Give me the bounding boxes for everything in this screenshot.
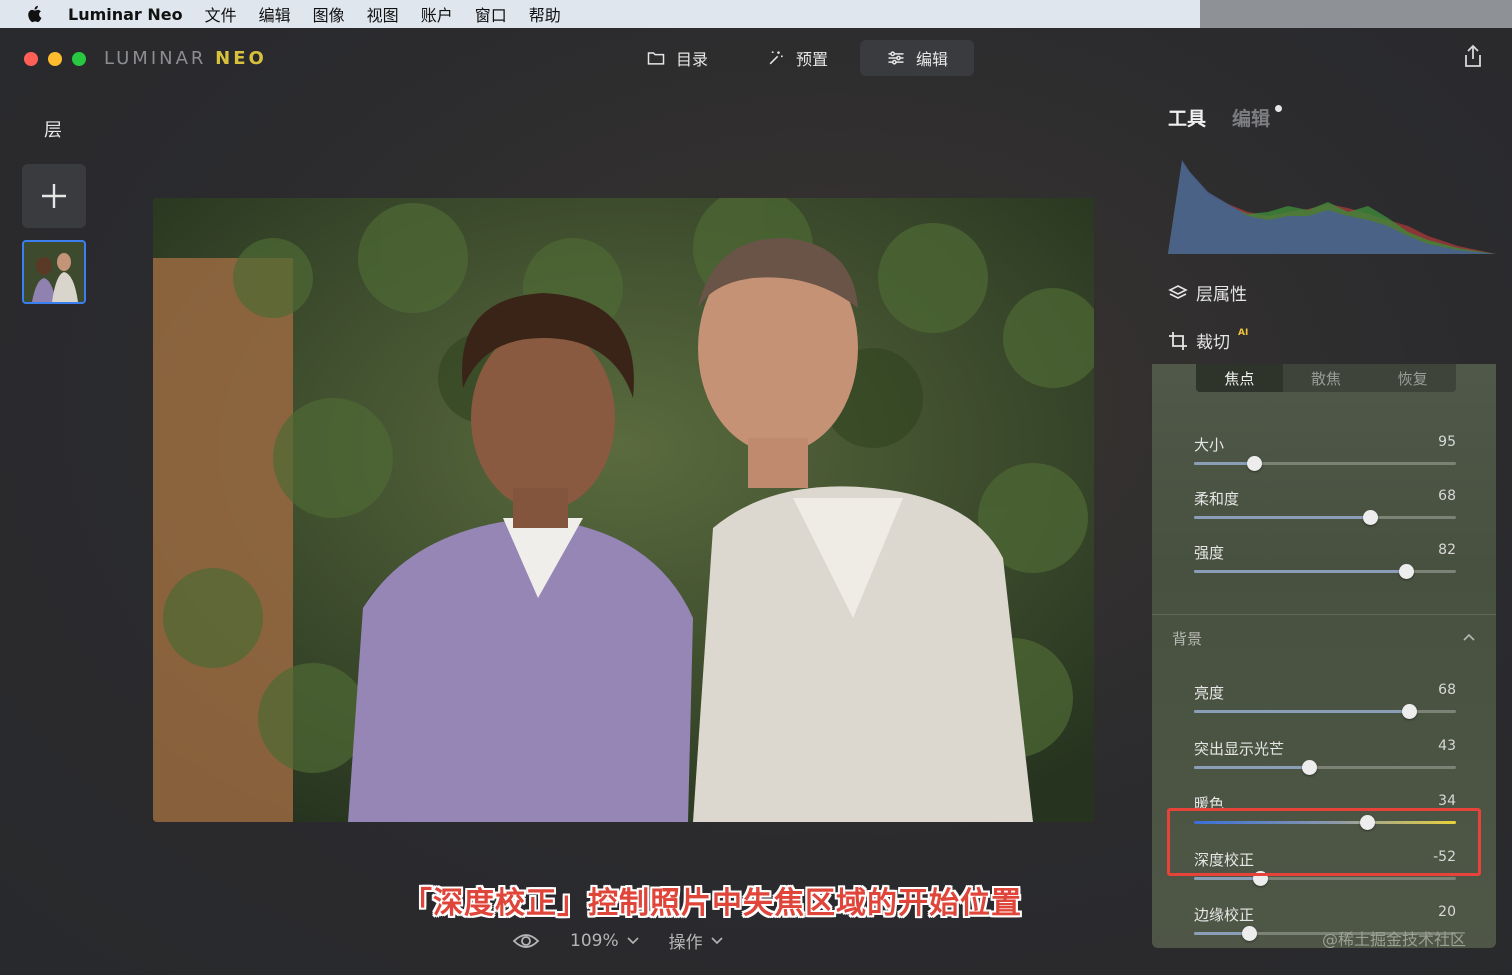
chevron-down-icon — [711, 936, 723, 944]
folder-icon — [647, 52, 665, 65]
slider-knob[interactable] — [1242, 926, 1258, 941]
sliders-icon — [888, 51, 904, 65]
background-section-title: 背景 — [1172, 630, 1203, 648]
actions-dropdown[interactable]: 操作 — [669, 928, 723, 953]
layers-stack-icon — [1168, 284, 1188, 299]
section-divider — [1152, 614, 1496, 615]
nav-presets-label: 预置 — [796, 50, 829, 69]
slider-knob[interactable] — [1362, 510, 1378, 525]
slider-label: 边缘校正 — [1194, 906, 1255, 924]
plus-icon — [42, 184, 66, 208]
slider-knob[interactable] — [1247, 456, 1263, 471]
main-photo-canvas[interactable] — [153, 198, 1094, 822]
menu-image[interactable]: 图像 — [313, 2, 345, 26]
add-layer-button[interactable] — [22, 164, 86, 228]
slider-value: 68 — [1438, 488, 1456, 504]
chevron-down-icon — [627, 936, 639, 944]
layer-properties-row[interactable]: 层属性 — [1168, 280, 1247, 305]
menu-account[interactable]: 账户 — [421, 2, 453, 26]
slider-fill — [1194, 876, 1260, 880]
app-window: LUMINAR NEO 目录 预置 编辑 层 「深度校正」控制照片中失焦区域的开… — [0, 28, 1512, 975]
zoom-window-button[interactable] — [72, 52, 86, 66]
edits-indicator-dot — [1275, 105, 1282, 112]
photo-image — [153, 198, 1094, 822]
watermark: @稀土掘金技术社区 — [1322, 930, 1467, 949]
menu-window[interactable]: 窗口 — [475, 2, 507, 26]
layer-properties-label: 层属性 — [1196, 285, 1247, 305]
crop-icon — [1169, 331, 1187, 350]
menu-view[interactable]: 视图 — [367, 2, 399, 26]
slider-value: 95 — [1438, 434, 1456, 450]
close-window-button[interactable] — [24, 52, 38, 66]
crop-label: 裁切 — [1196, 333, 1230, 353]
top-navigation: 目录 预置 编辑 — [620, 40, 975, 76]
actions-label: 操作 — [668, 933, 703, 953]
slider-fill — [1194, 570, 1407, 573]
eye-icon[interactable] — [512, 932, 540, 950]
magic-wand-icon — [769, 51, 783, 65]
menubar-app-name[interactable]: Luminar Neo — [68, 5, 183, 24]
layer-thumbnail[interactable] — [22, 240, 86, 304]
slider-label: 大小 — [1194, 436, 1225, 454]
crop-tool-row[interactable]: 裁切 AI — [1168, 328, 1248, 353]
menu-file[interactable]: 文件 — [205, 2, 237, 26]
nav-presets-button[interactable]: 预置 — [740, 40, 854, 76]
layer-thumbnail-image — [24, 242, 84, 302]
slider-knob[interactable] — [1401, 704, 1417, 719]
slider-fill — [1194, 710, 1409, 713]
logo-accent: NEO — [215, 48, 267, 69]
histogram — [1168, 160, 1496, 254]
zoom-level: 109% — [570, 930, 619, 951]
crop-ai-badge: AI — [1238, 327, 1249, 338]
app-logo: LUMINAR NEO — [104, 48, 267, 69]
nav-catalog-label: 目录 — [676, 50, 709, 69]
focus-segmented-control: 焦点 散焦 恢复 — [1196, 364, 1456, 392]
slider-value: 20 — [1438, 904, 1456, 920]
slider-label: 强度 — [1194, 544, 1225, 562]
slider-label: 柔和度 — [1194, 490, 1240, 508]
segment-focus[interactable]: 焦点 — [1196, 364, 1283, 392]
nav-edit-button[interactable]: 编辑 — [860, 40, 975, 76]
tab-edits[interactable]: 编辑 — [1232, 104, 1270, 131]
annotation-caption: 「深度校正」控制照片中失焦区域的开始位置 — [402, 886, 1022, 921]
slider-value: 34 — [1438, 793, 1456, 809]
slider-label: 突出显示光芒 — [1194, 739, 1285, 758]
layers-panel-title: 层 — [44, 120, 62, 141]
nav-catalog-button[interactable]: 目录 — [620, 40, 734, 76]
slider-fill — [1194, 516, 1370, 519]
window-controls — [24, 52, 86, 66]
logo-text: LUMINAR — [104, 48, 207, 69]
menubar-right-area — [1200, 0, 1512, 28]
slider-knob[interactable] — [1302, 759, 1318, 775]
bottom-toolbar: 109% 操作 — [512, 928, 723, 953]
slider-fill — [1194, 462, 1255, 465]
slider-fill — [1194, 932, 1250, 935]
slider-value: 43 — [1438, 737, 1456, 754]
menu-help[interactable]: 帮助 — [529, 2, 561, 26]
slider-fill — [1194, 765, 1310, 769]
menu-edit[interactable]: 编辑 — [259, 2, 291, 26]
zoom-dropdown[interactable]: 109% — [570, 931, 639, 951]
share-icon[interactable] — [1462, 44, 1484, 68]
slider-value: 68 — [1438, 682, 1456, 698]
slider-value: 82 — [1438, 542, 1456, 558]
slider-label: 亮度 — [1194, 684, 1225, 702]
segment-defocus[interactable]: 散焦 — [1283, 364, 1370, 392]
highlight-box — [1167, 808, 1481, 876]
apple-icon[interactable] — [24, 3, 46, 25]
nav-edit-label: 编辑 — [916, 50, 949, 69]
tab-tools[interactable]: 工具 — [1168, 104, 1206, 131]
macos-menubar: Luminar Neo 文件 编辑 图像 视图 账户 窗口 帮助 — [0, 0, 1200, 28]
chevron-up-icon[interactable] — [1462, 630, 1476, 644]
segment-restore[interactable]: 恢复 — [1369, 364, 1456, 392]
slider-knob[interactable] — [1399, 564, 1415, 579]
minimize-window-button[interactable] — [48, 52, 62, 66]
